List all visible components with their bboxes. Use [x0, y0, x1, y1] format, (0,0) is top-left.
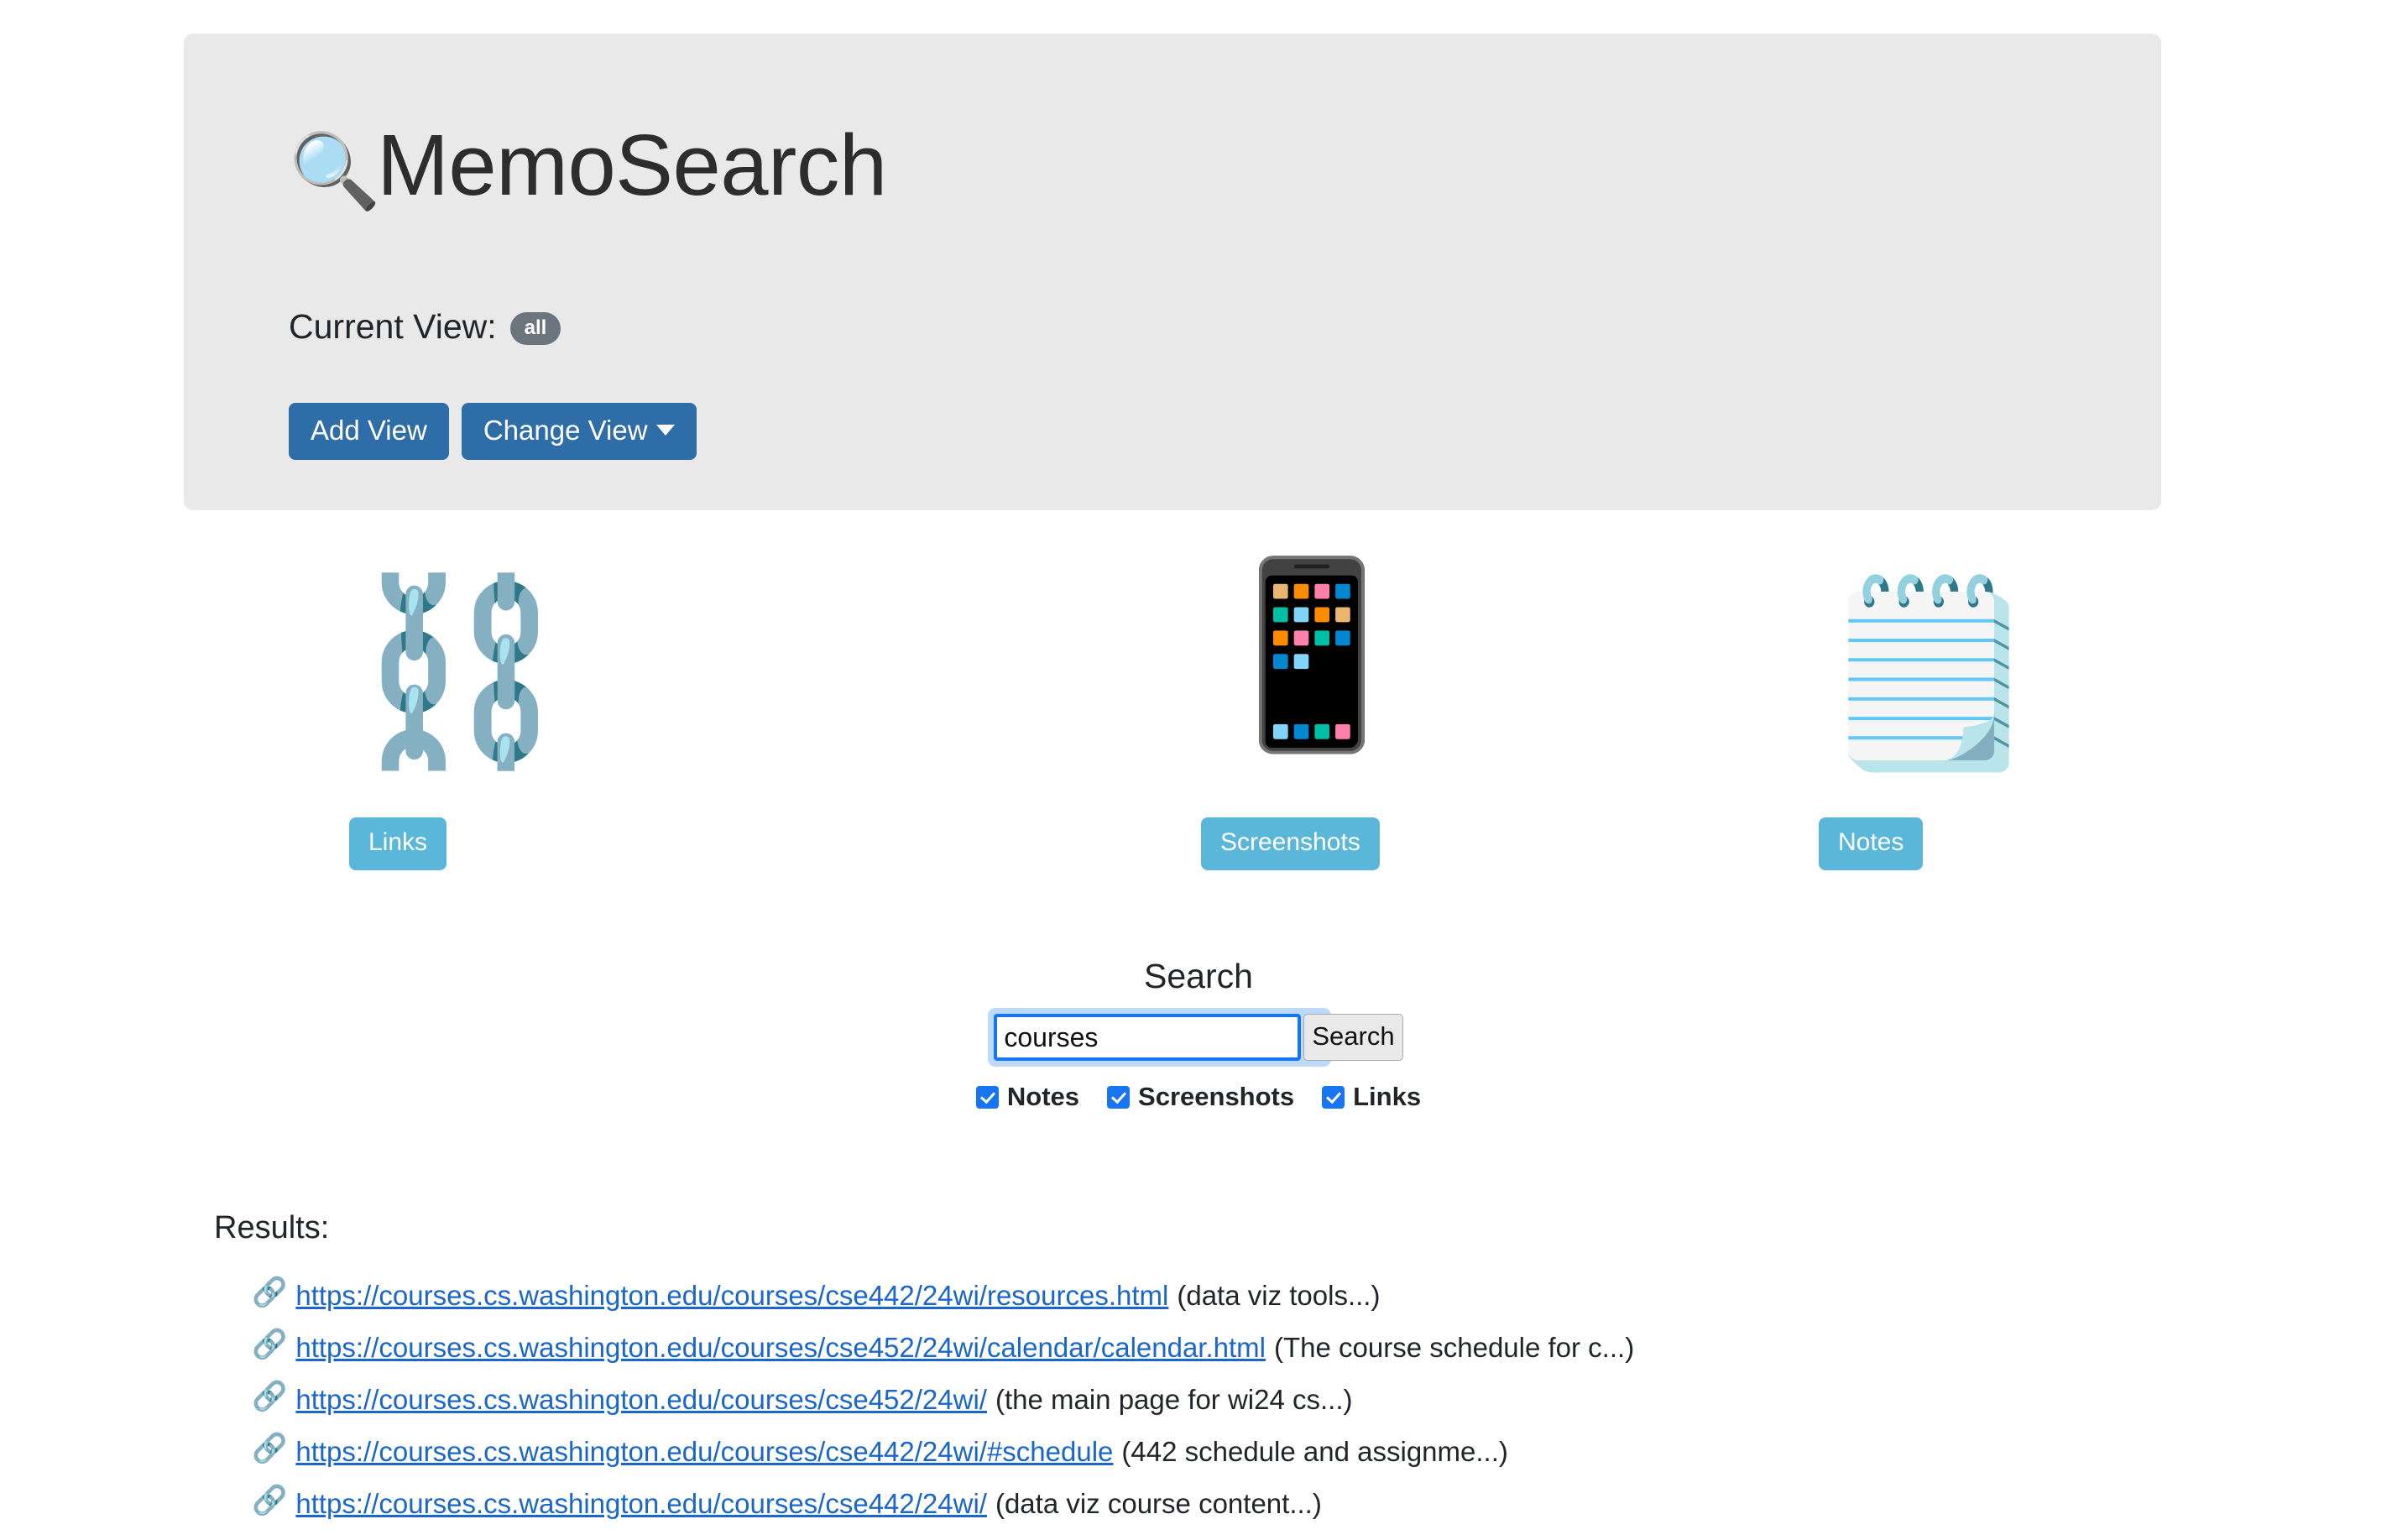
link-icon: 🔗	[252, 1432, 288, 1464]
filter-checkbox-screenshots[interactable]: Screenshots	[1107, 1082, 1294, 1112]
result-link[interactable]: https://courses.cs.washington.edu/course…	[295, 1280, 1168, 1312]
filter-label-notes: Notes	[1006, 1082, 1080, 1111]
change-view-label: Change View	[483, 415, 648, 446]
result-description: (The course schedule for c...)	[1274, 1331, 1635, 1363]
app-title-text: MemoSearch	[377, 117, 887, 213]
link-icon: 🔗	[252, 1380, 288, 1412]
search-form: Search	[988, 1008, 1403, 1067]
result-row: 🔗 https://courses.cs.washington.edu/cour…	[252, 1484, 2350, 1540]
category-cell-links: ⛓️ Links	[276, 581, 864, 890]
checkbox-checked-icon[interactable]	[975, 1085, 999, 1109]
result-description: (data viz course content...)	[995, 1487, 1322, 1519]
category-cell-screenshots: 📱 Screenshots	[935, 564, 1522, 890]
result-row: 🔗 https://courses.cs.washington.edu/cour…	[252, 1380, 2350, 1436]
filter-label-screenshots: Screenshots	[1138, 1082, 1295, 1111]
result-row: 🔗 https://courses.cs.washington.edu/cour…	[252, 1276, 2350, 1332]
chevron-down-icon	[655, 425, 675, 436]
link-icon: 🔗	[252, 1276, 288, 1308]
search-input[interactable]	[994, 1014, 1302, 1061]
change-view-dropdown-button[interactable]: Change View	[461, 403, 697, 460]
result-description: (442 schedule and assignme...)	[1121, 1435, 1508, 1467]
checkbox-checked-icon[interactable]	[1322, 1085, 1345, 1109]
add-view-button[interactable]: Add View	[289, 403, 449, 460]
checkbox-checked-icon[interactable]	[1107, 1085, 1131, 1109]
result-link[interactable]: https://courses.cs.washington.edu/course…	[295, 1488, 987, 1520]
link-icon: 🔗	[252, 1328, 288, 1360]
mobile-phone-icon: 📱	[1199, 553, 1424, 755]
search-section: Search Search Notes Screenshots Links	[0, 957, 2397, 1112]
current-view-label: Current View:	[289, 307, 497, 346]
screenshots-filter-button[interactable]: Screenshots	[1201, 817, 1380, 870]
header-jumbotron: 🔍MemoSearch Current View: all Add View C…	[184, 34, 2161, 510]
links-filter-button[interactable]: Links	[349, 817, 447, 870]
results-list: 🔗 https://courses.cs.washington.edu/cour…	[252, 1276, 2350, 1540]
current-view-badge: all	[509, 312, 561, 345]
notes-filter-button[interactable]: Notes	[1819, 817, 1924, 870]
result-link[interactable]: https://courses.cs.washington.edu/course…	[295, 1436, 1113, 1468]
result-description: (data viz tools...)	[1177, 1279, 1381, 1311]
filter-label-links: Links	[1353, 1082, 1422, 1111]
note-icon: 🗒️	[1816, 572, 2041, 774]
category-cell-notes: 🗒️ Notes	[1585, 582, 2173, 890]
search-submit-button[interactable]: Search	[1303, 1014, 1403, 1061]
results-section: Results: 🔗 https://courses.cs.washington…	[214, 1210, 2312, 1519]
magnifying-glass-icon: 🔍	[289, 129, 381, 212]
filter-checkbox-links[interactable]: Links	[1322, 1082, 1421, 1112]
result-row: 🔗 https://courses.cs.washington.edu/cour…	[252, 1328, 2350, 1384]
category-shortcut-row: ⛓️ Links 📱 Screenshots 🗒️ Notes	[184, 564, 2161, 890]
chains-icon: ⛓️	[347, 570, 572, 772]
view-buttons-group: Add View Change View	[289, 403, 697, 460]
result-link[interactable]: https://courses.cs.washington.edu/course…	[295, 1332, 1266, 1364]
result-description: (the main page for wi24 cs...)	[995, 1383, 1353, 1415]
page-title: 🔍MemoSearch	[289, 122, 887, 208]
search-filter-checkboxes: Notes Screenshots Links	[0, 1082, 2397, 1112]
result-link[interactable]: https://courses.cs.washington.edu/course…	[295, 1384, 987, 1416]
results-heading: Results:	[214, 1210, 330, 1245]
search-heading: Search	[1144, 957, 1253, 995]
link-icon: 🔗	[252, 1484, 288, 1517]
filter-checkbox-notes[interactable]: Notes	[975, 1082, 1080, 1112]
result-row: 🔗 https://courses.cs.washington.edu/cour…	[252, 1432, 2350, 1488]
current-view-row: Current View: all	[289, 307, 561, 347]
